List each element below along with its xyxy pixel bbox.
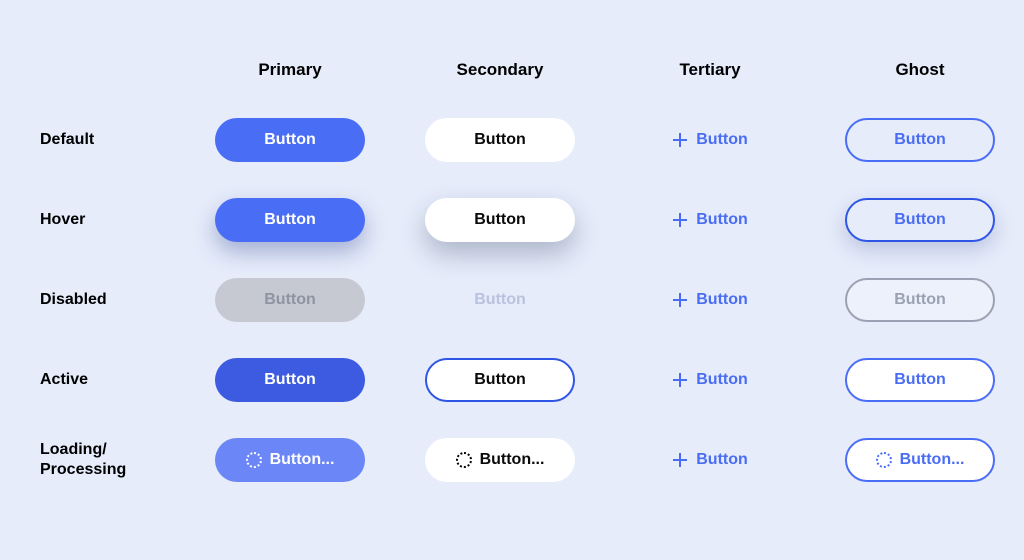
button-variants-grid: Primary Secondary Tertiary Ghost Default… (0, 0, 1024, 500)
button-label: Button (894, 131, 946, 149)
ghost-hover-button[interactable]: Button (845, 198, 995, 242)
primary-hover-button[interactable]: Button (215, 198, 365, 242)
secondary-hover-button[interactable]: Button (425, 198, 575, 242)
button-label: Button (474, 131, 526, 149)
secondary-default-button[interactable]: Button (425, 118, 575, 162)
ghost-active-button[interactable]: Button (845, 358, 995, 402)
tertiary-default-button[interactable]: Button (672, 131, 748, 149)
button-label: Button (696, 291, 748, 309)
spinner-icon (246, 452, 262, 468)
tertiary-loading-button[interactable]: Button (672, 451, 748, 469)
spinner-icon (456, 452, 472, 468)
button-label: Button... (480, 451, 545, 469)
button-label: Button (264, 131, 316, 149)
button-label: Button (696, 211, 748, 229)
col-header-ghost: Ghost (895, 60, 944, 80)
secondary-disabled-button: Button (425, 278, 575, 322)
primary-default-button[interactable]: Button (215, 118, 365, 162)
plus-icon (672, 212, 688, 228)
button-label: Button (894, 371, 946, 389)
button-label: Button (894, 291, 946, 309)
button-label: Button... (900, 451, 965, 469)
ghost-disabled-button: Button (845, 278, 995, 322)
row-header-loading: Loading/ Processing (40, 440, 126, 480)
primary-active-button[interactable]: Button (215, 358, 365, 402)
button-label: Button (264, 211, 316, 229)
button-label: Button (894, 211, 946, 229)
secondary-active-button[interactable]: Button (425, 358, 575, 402)
tertiary-active-button[interactable]: Button (672, 371, 748, 389)
plus-icon (672, 372, 688, 388)
row-header-active: Active (40, 370, 88, 390)
plus-icon (672, 132, 688, 148)
col-header-secondary: Secondary (457, 60, 544, 80)
tertiary-hover-button[interactable]: Button (672, 211, 748, 229)
button-label: Button (264, 371, 316, 389)
col-header-primary: Primary (258, 60, 321, 80)
button-label: Button (264, 291, 316, 309)
ghost-loading-button[interactable]: Button... (845, 438, 995, 482)
button-label: Button (696, 371, 748, 389)
primary-disabled-button: Button (215, 278, 365, 322)
secondary-loading-button[interactable]: Button... (425, 438, 575, 482)
button-label: Button (696, 451, 748, 469)
spinner-icon (876, 452, 892, 468)
row-header-default: Default (40, 130, 94, 150)
tertiary-disabled-button[interactable]: Button (672, 291, 748, 309)
plus-icon (672, 292, 688, 308)
button-label: Button (474, 211, 526, 229)
button-label: Button (696, 131, 748, 149)
ghost-default-button[interactable]: Button (845, 118, 995, 162)
button-label: Button (474, 291, 526, 309)
plus-icon (672, 452, 688, 468)
col-header-tertiary: Tertiary (679, 60, 740, 80)
row-header-disabled: Disabled (40, 290, 107, 310)
button-label: Button... (270, 451, 335, 469)
primary-loading-button[interactable]: Button... (215, 438, 365, 482)
row-header-hover: Hover (40, 210, 85, 230)
button-label: Button (474, 371, 526, 389)
